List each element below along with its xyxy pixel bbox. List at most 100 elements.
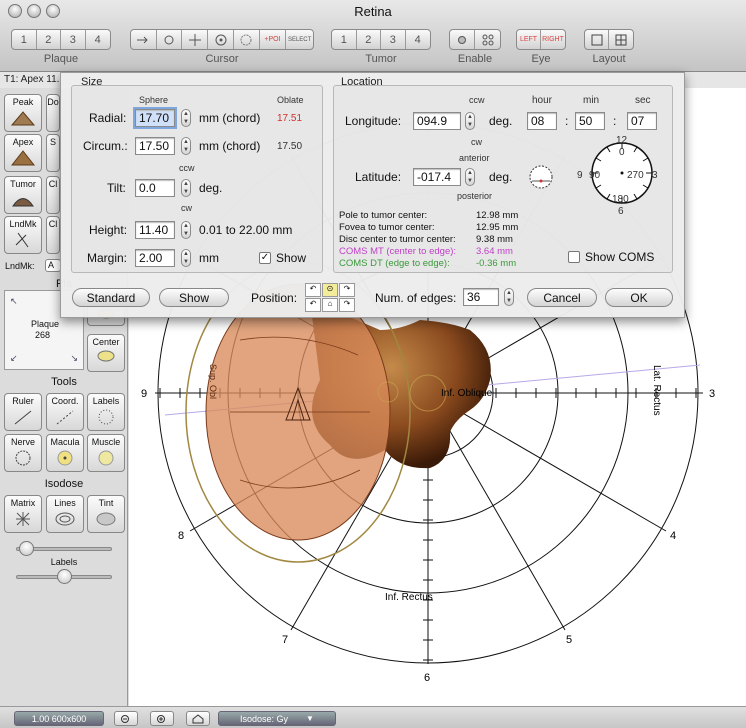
cursor-move-icon[interactable] [131,30,157,49]
cursor-pan-icon[interactable] [182,30,209,49]
partial-tool-1[interactable]: Do [46,94,60,132]
landmark-tool-button[interactable]: LndMk [4,216,42,254]
zoom-in-button[interactable] [150,711,174,726]
hour-header: hour [532,95,553,106]
tilt-field[interactable]: 0.0 [135,179,175,197]
latitude-stepper[interactable]: ▲ ▼ [465,168,475,186]
isodose-slider-knob[interactable] [19,541,34,556]
enable-grid-icon[interactable] [475,30,500,49]
num-edges-stepper[interactable]: ▲ ▼ [504,288,514,306]
muscle-button[interactable]: Muscle [87,434,125,472]
min-field[interactable]: 50 [575,112,605,130]
cursor-select-icon[interactable]: SELECT [286,30,313,49]
eye-left-tab[interactable]: LEFT [517,30,542,49]
longitude-stepper[interactable]: ▲ ▼ [465,112,475,130]
radial-stepper[interactable]: ▲ ▼ [181,109,191,127]
circum-oblate-value: 17.50 [277,141,303,152]
ok-button[interactable]: OK [605,288,673,307]
dial-label-9: 9 [577,170,583,181]
layout-quad-icon[interactable] [609,30,633,49]
height-field[interactable]: 11.40 [135,221,175,239]
partial-tool-4[interactable]: Cl [46,216,60,254]
home-button[interactable] [186,711,210,726]
num-edges-field[interactable]: 36 [463,288,499,306]
tilt-stepper[interactable]: ▲ ▼ [181,179,191,197]
labels-slider[interactable] [16,569,112,584]
position-n-icon[interactable]: ⊙ [322,283,338,297]
zoom-out-button[interactable] [114,711,138,726]
layout-single-icon[interactable] [585,30,610,49]
cancel-button[interactable]: Cancel [527,288,597,307]
tumor-4-tab[interactable]: 4 [406,30,430,49]
cursor-gear-icon[interactable] [234,30,260,49]
enable-group-label: Enable [457,53,493,65]
isodose-unit-select[interactable]: Isodose: Gy ▼ [218,711,336,726]
tumor-3-tab[interactable]: 3 [381,30,406,49]
plaque-4-tab[interactable]: 4 [86,30,110,49]
show-coms-label: Show COMS [585,250,655,264]
height-range: 0.01 to 22.00 mm [199,223,293,237]
tint-button[interactable]: Tint [87,495,125,533]
tumor-2-tab[interactable]: 2 [357,30,381,49]
show-coms-checkbox[interactable] [568,251,580,263]
cursor-poi-icon[interactable]: +POI [260,30,287,49]
sec-field[interactable]: 07 [627,112,657,130]
tilt-cw-label: cw [181,203,192,213]
eye-group-label: Eye [531,53,551,65]
lines-button[interactable]: Lines [46,495,84,533]
margin-field[interactable]: 2.00 [135,249,175,267]
radial-field[interactable]: 17.70 [133,107,177,129]
position-se-icon[interactable]: ↷ [339,298,355,312]
height-stepper[interactable]: ▲ ▼ [181,221,191,239]
position-s-icon[interactable]: ⌂ [322,298,338,312]
coord-button[interactable]: Coord. [46,393,84,431]
matrix-button[interactable]: Matrix [4,495,42,533]
cursor-target-icon[interactable] [208,30,234,49]
circum-field[interactable]: 17.50 [135,137,175,155]
landmark-select[interactable]: A [45,259,61,272]
peak-tool-button[interactable]: Peak [4,94,42,132]
layout-group-label: Layout [592,53,626,65]
isodose-heading: Isodose [44,478,84,490]
ruler-button[interactable]: Ruler [4,393,42,431]
show-button[interactable]: Show [159,288,229,307]
position-nw-icon[interactable]: ↶ [305,283,321,297]
isodose-slider[interactable] [16,541,112,556]
position-ne-icon[interactable]: ↷ [339,283,355,297]
margin-stepper[interactable]: ▲ ▼ [181,249,191,267]
latitude-field[interactable]: -017.4 [413,168,461,186]
enable-dot-icon[interactable] [450,30,476,49]
partial-tool-3[interactable]: Cl [46,176,60,214]
nerve-button[interactable]: Nerve [4,434,42,472]
labels-slider-knob[interactable] [57,569,72,584]
cursor-rotate-icon[interactable] [157,30,183,49]
center-button[interactable]: Center [87,334,125,372]
cursor-group-label: Cursor [205,53,239,65]
tilt-label: Tilt: [107,181,126,195]
landmark-select-label: LndMk: [5,261,35,271]
longitude-field[interactable]: 094.9 [413,112,461,130]
home-icon [192,713,204,723]
standard-button[interactable]: Standard [72,288,150,307]
macula-button[interactable]: Macula [46,434,84,472]
eye-right-tab[interactable]: RIGHT [541,30,565,49]
labels-button[interactable]: Labels [87,393,125,431]
matrix-label: Matrix [10,498,36,508]
tumor-1-tab[interactable]: 1 [332,30,357,49]
chevron-down-icon: ▼ [306,714,314,723]
apex-tool-button[interactable]: Apex [4,134,42,172]
plaque-3-tab[interactable]: 3 [61,30,86,49]
plaque-2-tab[interactable]: 2 [37,30,61,49]
clock-3: 3 [709,388,715,400]
scale-readout: 1.00 600x600 [14,711,104,726]
circum-stepper[interactable]: ▲ ▼ [181,137,191,155]
longitude-label: Longitude: [345,114,402,128]
hour-min-separator: : [565,114,569,128]
partial-tool-2[interactable]: S [46,134,60,172]
hour-field[interactable]: 08 [527,112,557,130]
landmark-label: LndMk [9,219,37,229]
show-margin-checkbox[interactable]: ✓ [259,252,271,264]
tumor-tool-button[interactable]: Tumor [4,176,42,214]
plaque-1-tab[interactable]: 1 [12,30,37,49]
position-sw-icon[interactable]: ↶ [305,298,321,312]
